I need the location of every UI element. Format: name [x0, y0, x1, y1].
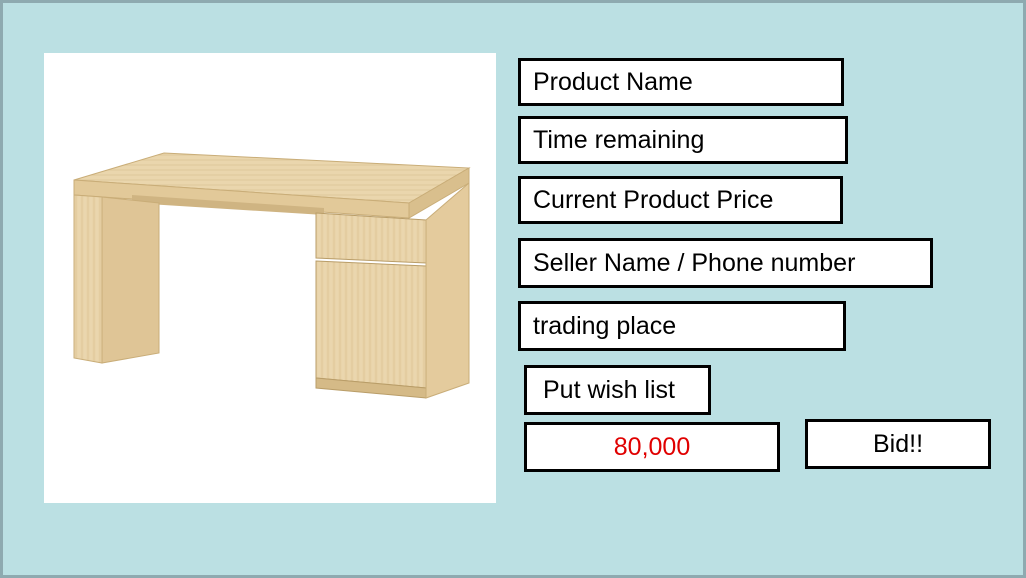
desk-illustration — [73, 152, 471, 399]
trading-place-field: trading place — [518, 301, 846, 351]
time-remaining-field: Time remaining — [518, 116, 848, 164]
product-name-field: Product Name — [518, 58, 844, 106]
bid-amount-input[interactable]: 80,000 — [524, 422, 780, 472]
wish-list-button[interactable]: Put wish list — [524, 365, 711, 415]
product-image — [44, 53, 496, 503]
seller-contact-field: Seller Name / Phone number — [518, 238, 933, 288]
bid-button[interactable]: Bid!! — [805, 419, 991, 469]
current-price-field: Current Product Price — [518, 176, 843, 224]
auction-detail-screen: Product Name Time remaining Current Prod… — [0, 0, 1026, 578]
